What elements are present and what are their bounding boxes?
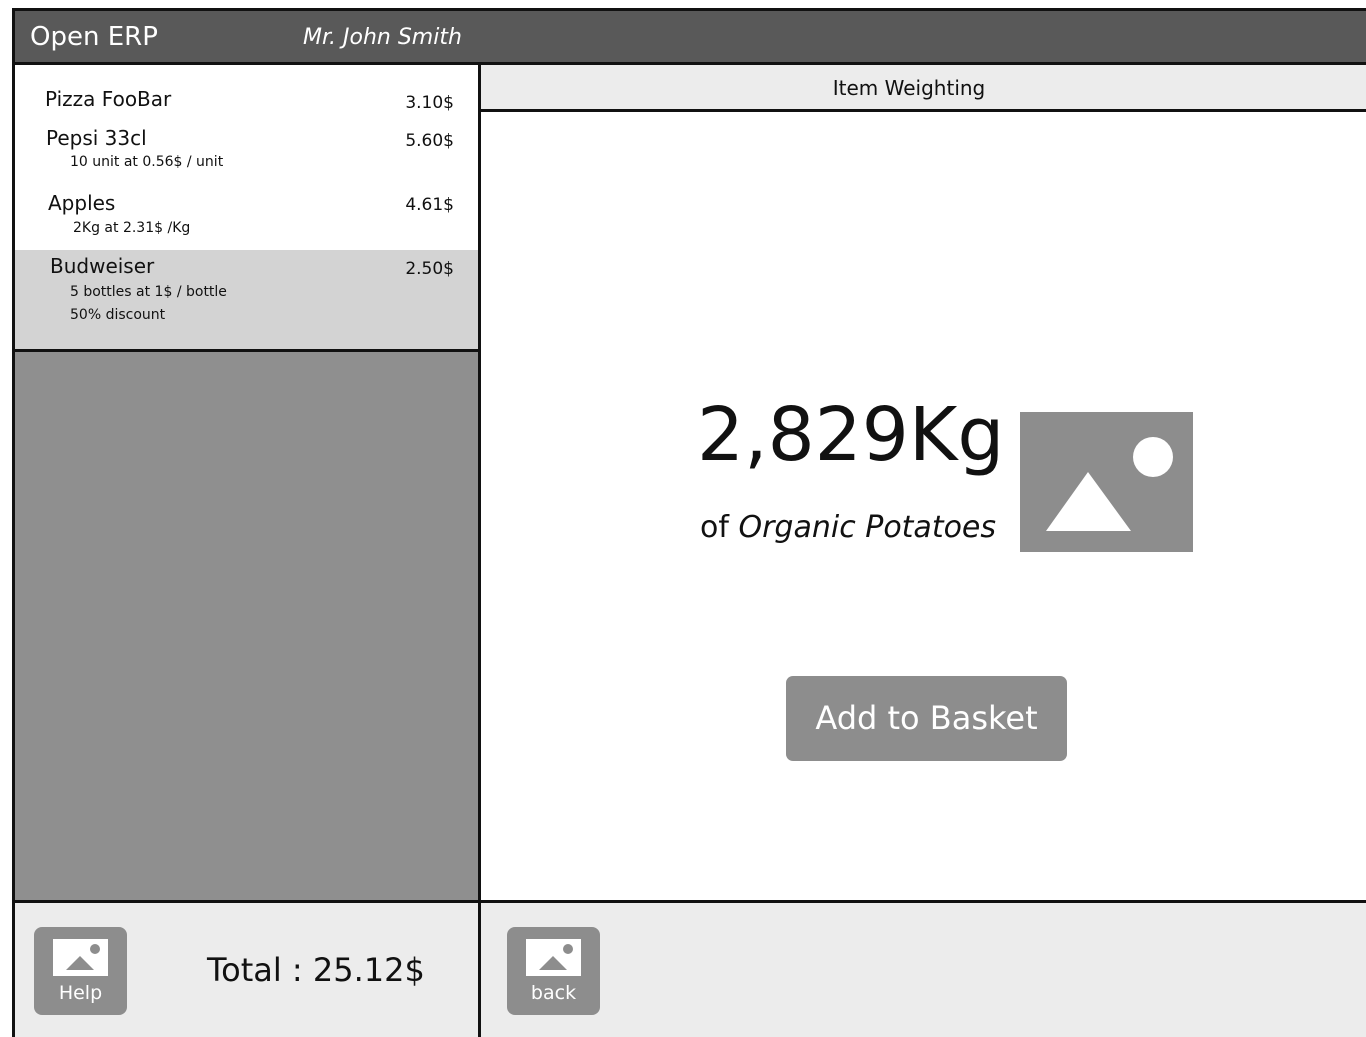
order-item-name: Pizza FooBar bbox=[45, 87, 172, 111]
order-item-price: 4.61$ bbox=[405, 195, 454, 215]
order-item-detail: 5 bottles at 1$ / bottle bbox=[70, 284, 227, 300]
order-list: Pizza FooBar 3.10$ Pepsi 33cl 5.60$ 10 u… bbox=[15, 65, 478, 352]
order-item-discount: 50% discount bbox=[70, 307, 166, 323]
image-placeholder-icon bbox=[526, 939, 581, 976]
order-list-empty-area bbox=[15, 352, 478, 900]
panel-title: Item Weighting bbox=[832, 76, 986, 100]
left-footer: Help Total : 25.12$ bbox=[15, 900, 478, 1037]
right-footer: back bbox=[481, 900, 1366, 1037]
header-bar: Open ERP Mr. John Smith bbox=[15, 11, 1366, 65]
weighting-panel: Item Weighting 2,829Kg of Organic Potato… bbox=[481, 65, 1366, 1037]
back-button[interactable]: back bbox=[507, 927, 600, 1015]
order-item-price: 2.50$ bbox=[405, 259, 454, 279]
order-item-pizza[interactable]: Pizza FooBar 3.10$ bbox=[15, 85, 478, 123]
order-total: Total : 25.12$ bbox=[207, 951, 425, 989]
help-button[interactable]: Help bbox=[34, 927, 127, 1015]
help-button-label: Help bbox=[58, 982, 103, 1004]
order-panel: Pizza FooBar 3.10$ Pepsi 33cl 5.60$ 10 u… bbox=[15, 65, 481, 1037]
order-item-name: Pepsi 33cl bbox=[46, 126, 147, 150]
product-image-icon bbox=[1020, 412, 1193, 552]
user-name[interactable]: Mr. John Smith bbox=[303, 25, 462, 50]
app-title: Open ERP bbox=[30, 22, 158, 52]
order-item-budweiser[interactable]: Budweiser 2.50$ 5 bottles at 1$ / bottle… bbox=[15, 250, 478, 349]
back-button-label: back bbox=[530, 982, 577, 1004]
app-window: Open ERP Mr. John Smith Pizza FooBar 3.1… bbox=[12, 8, 1366, 1037]
product-name: Organic Potatoes bbox=[738, 510, 997, 545]
order-item-price: 3.10$ bbox=[405, 93, 454, 113]
order-item-detail: 10 unit at 0.56$ / unit bbox=[70, 154, 224, 170]
order-item-pepsi[interactable]: Pepsi 33cl 5.60$ 10 unit at 0.56$ / unit bbox=[15, 125, 478, 187]
weighting-body: 2,829Kg of Organic Potatoes Add to Baske… bbox=[481, 112, 1366, 900]
order-item-price: 5.60$ bbox=[405, 131, 454, 151]
of-label: of bbox=[700, 510, 729, 545]
add-to-basket-button[interactable]: Add to Basket bbox=[786, 676, 1067, 761]
product-line: of Organic Potatoes bbox=[700, 510, 996, 545]
weight-readout: 2,829Kg bbox=[697, 392, 1005, 478]
image-placeholder-icon bbox=[53, 939, 108, 976]
order-item-detail: 2Kg at 2.31$ /Kg bbox=[73, 220, 191, 236]
panel-title-bar: Item Weighting bbox=[481, 65, 1366, 112]
order-item-apples[interactable]: Apples 4.61$ 2Kg at 2.31$ /Kg bbox=[15, 189, 478, 251]
order-item-name: Apples bbox=[48, 191, 116, 215]
order-item-name: Budweiser bbox=[50, 254, 155, 278]
